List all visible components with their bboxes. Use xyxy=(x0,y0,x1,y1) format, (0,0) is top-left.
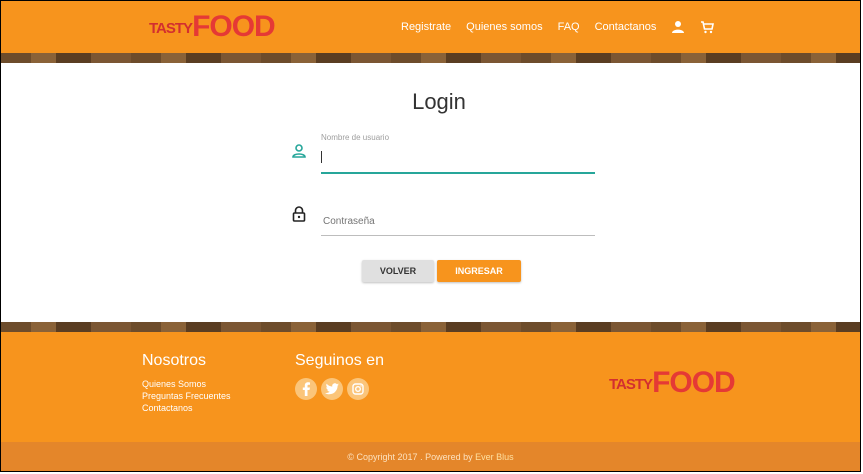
social-links xyxy=(295,378,384,400)
back-button[interactable]: VOLVER xyxy=(362,260,434,282)
form-buttons: VOLVER INGRESAR xyxy=(362,260,521,282)
username-input[interactable] xyxy=(321,146,595,174)
instagram-icon[interactable] xyxy=(347,378,369,400)
nav-faq[interactable]: FAQ xyxy=(558,21,580,33)
footer-link-quienes-somos[interactable]: Quienes Somos xyxy=(142,378,231,390)
copyright-bar: © Copyright 2017 . Powered by Ever Blus xyxy=(1,442,860,471)
lock-icon xyxy=(291,206,307,222)
copyright-author-link[interactable]: Ever Blus xyxy=(475,452,514,462)
footer-logo-big-text: FOOD xyxy=(652,366,736,399)
login-button[interactable]: INGRESAR xyxy=(437,260,521,282)
twitter-icon[interactable] xyxy=(321,378,343,400)
nav-contactanos[interactable]: Contactanos xyxy=(595,21,657,33)
footer-logo: TASTYFOOD xyxy=(609,366,736,400)
follow-heading: Seguinos en xyxy=(295,352,384,369)
text-cursor xyxy=(321,151,322,163)
header-logo[interactable]: TASTYFOOD xyxy=(149,10,276,44)
nav-registrate[interactable]: Registrate xyxy=(401,21,451,33)
wood-strip-bottom xyxy=(1,322,860,332)
nav-quienes-somos[interactable]: Quienes somos xyxy=(466,21,542,33)
footer-link-contactanos[interactable]: Contactanos xyxy=(142,402,231,414)
wood-strip-top xyxy=(1,53,860,63)
user-icon[interactable] xyxy=(671,20,685,34)
cart-icon[interactable] xyxy=(700,20,715,34)
login-title: Login xyxy=(412,89,466,114)
page: TASTYFOOD Registrate Quienes somos FAQ C… xyxy=(0,0,861,472)
logo-small-text: TASTY xyxy=(149,20,193,37)
footer-link-preguntas-frecuentes[interactable]: Preguntas Frecuentes xyxy=(142,390,231,402)
about-heading: Nosotros xyxy=(142,352,207,369)
footer-about: Nosotros Quienes Somos Preguntas Frecuen… xyxy=(142,352,231,414)
username-label: Nombre de usuario xyxy=(321,133,390,142)
logo-big-text: FOOD xyxy=(192,10,276,43)
copyright-text: © Copyright 2017 . Powered by xyxy=(347,452,476,462)
footer: Nosotros Quienes Somos Preguntas Frecuen… xyxy=(1,332,860,442)
footer-logo-small-text: TASTY xyxy=(609,376,653,393)
header: TASTYFOOD Registrate Quienes somos FAQ C… xyxy=(1,1,860,53)
nav-bar: Registrate Quienes somos FAQ Contactanos xyxy=(401,1,715,53)
footer-social: Seguinos en xyxy=(295,352,384,400)
facebook-icon[interactable] xyxy=(295,378,317,400)
login-section: Login Nombre de usuario VOLVER INGRESAR xyxy=(1,63,860,322)
user-outline-icon xyxy=(291,143,307,159)
password-input[interactable] xyxy=(321,208,595,236)
